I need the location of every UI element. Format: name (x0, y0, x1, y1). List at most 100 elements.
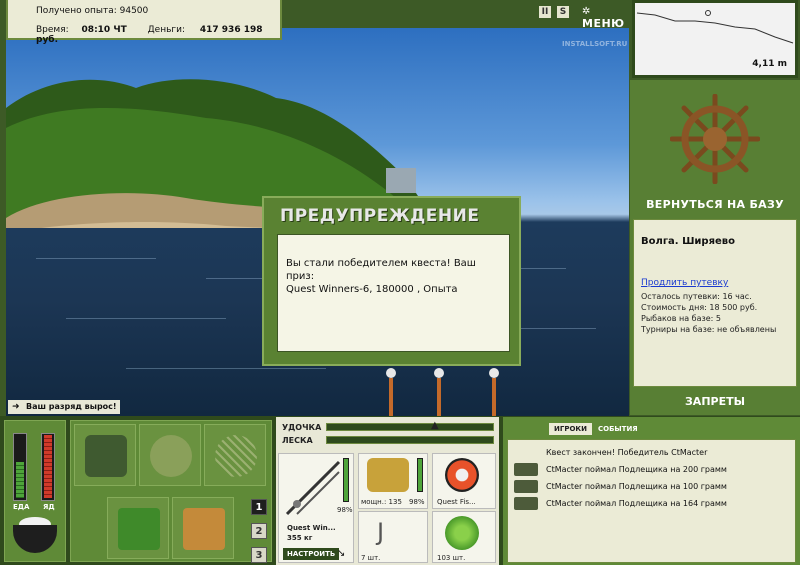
money-label: Деньги: (147, 25, 185, 35)
event-text: CtMacter поймал Подлещика на 200 грамм (546, 465, 727, 474)
tackle-box-slot[interactable] (74, 424, 136, 486)
vegetable-basket-icon (118, 508, 160, 550)
bait-count: 103 шт. (437, 554, 466, 562)
tab-events[interactable]: СОБЫТИЯ (593, 423, 643, 435)
reel-cell[interactable]: мощн.: 135 98% (358, 453, 428, 509)
slot-3-button[interactable]: 3 (251, 547, 267, 563)
top-toolbar: II S ✲ МЕНЮ (536, 3, 626, 30)
hook-icon: J (377, 518, 385, 546)
list-item: CtMacter поймал Подлещика на 200 грамм (512, 462, 792, 477)
arrow-down-right-icon: ↘ (337, 548, 346, 559)
poison-meter-fill (44, 435, 52, 498)
fish-icon (514, 463, 538, 476)
xp-label: Получено опыта: (36, 6, 117, 16)
rod-weight: 355 кг (287, 534, 313, 542)
reel-condition: 98% (409, 498, 425, 506)
tab-players[interactable]: ИГРОКИ (549, 423, 592, 435)
tackle-box-icon (85, 435, 127, 477)
status-meters-panel: ЕДА ЯД (4, 420, 66, 562)
warning-dialog[interactable]: ПРЕДУПРЕЖДЕНИЕ Вы стали победителем квес… (262, 196, 521, 366)
rod-holder-3[interactable] (489, 368, 499, 416)
menu-label: МЕНЮ (582, 17, 625, 30)
bucket-slot[interactable] (172, 497, 234, 559)
time-label: Время: (36, 25, 69, 35)
tackle-panel: УДОЧКА ▲ ЛЕСКА 98% Quest Win... 355 кг Н… (276, 417, 499, 565)
bait-cell[interactable]: 103 шт. (432, 511, 496, 563)
rod-name: Quest Win... (287, 524, 336, 532)
menu-button[interactable]: ✲ МЕНЮ (582, 4, 626, 30)
rod-condition-meter (343, 458, 349, 502)
rod-condition: 98% (337, 506, 353, 514)
dialog-title: ПРЕДУПРЕЖДЕНИЕ (280, 206, 480, 226)
dialog-line-1: Вы стали победителем квеста! Ваш приз: (286, 258, 476, 282)
rod-tension-label: УДОЧКА (282, 423, 322, 432)
distant-shore (386, 168, 416, 193)
poison-meter (41, 433, 55, 501)
line-tension-bar (326, 436, 494, 444)
events-list: Квест закончен! Победитель CtMacter CtMa… (507, 439, 796, 563)
net-icon (215, 435, 257, 477)
time-value: 08:10 ЧТ (81, 25, 127, 35)
tension-marker-icon: ▲ (431, 420, 439, 431)
events-panel: ИГРОКИ СОБЫТИЯ Квест закончен! Победител… (503, 417, 800, 565)
net-slot[interactable] (204, 424, 266, 486)
dialog-message: Вы стали победителем квеста! Ваш приз: Q… (277, 234, 510, 352)
extend-pass-link[interactable]: Продлить путевку (641, 278, 728, 288)
line-tension-label: ЛЕСКА (282, 436, 313, 445)
location-info-panel: Волга. Ширяево Продлить путевку Осталось… (633, 219, 797, 387)
line-spool-icon (445, 458, 479, 492)
tournaments-status: Турниры на базе: не объявлены (641, 325, 777, 334)
rod-cell[interactable]: 98% Quest Win... 355 кг НАСТРОИТЬ ↘ (278, 453, 354, 563)
day-cost: Стоимость дня: 18 500 руб. (641, 303, 758, 312)
food-label: ЕДА (13, 503, 30, 511)
location-name: Волга. Ширяево (641, 236, 735, 247)
event-text: Квест закончен! Победитель CtMacter (546, 448, 708, 457)
poison-label: ЯД (43, 503, 55, 511)
line-name: Quest Fis... (437, 498, 476, 506)
depth-profile-panel: 4,11 m (632, 0, 798, 78)
sack-slot[interactable] (139, 424, 201, 486)
sack-icon (150, 435, 192, 477)
food-meter (13, 433, 27, 501)
reel-icon (367, 458, 409, 492)
gear-icon: ✲ (582, 6, 591, 17)
pass-remaining: Осталось путевки: 16 час. (641, 292, 752, 301)
inventory-panel: 1 2 3 (70, 420, 272, 563)
hook-count: 7 шт. (361, 554, 381, 562)
fish-icon (514, 480, 538, 493)
basket-slot[interactable] (107, 497, 169, 559)
list-item: CtMacter поймал Подлещика на 164 грамм (512, 496, 792, 511)
reel-power: мощн.: 135 (361, 498, 402, 506)
hook-cell[interactable]: J 7 шт. (358, 511, 428, 563)
rod-holder-2[interactable] (434, 368, 444, 416)
event-text: CtMacter поймал Подлещика на 164 грамм (546, 499, 727, 508)
line-cell[interactable]: Quest Fis... (432, 453, 496, 509)
dialog-line-2: Quest Winners-6, 180000 , Опыта (286, 284, 458, 295)
event-quest-finished: Квест закончен! Победитель CtMacter (512, 445, 792, 460)
return-to-base-button[interactable]: ВЕРНУТЬСЯ НА БАЗУ (630, 198, 800, 211)
list-item: CtMacter поймал Подлещика на 100 грамм (512, 479, 792, 494)
xp-value: 94500 (119, 6, 149, 16)
setup-button[interactable]: НАСТРОИТЬ (283, 548, 340, 560)
player-stats-panel: Получено опыта: 94500 Время: 08:10 ЧТ Де… (6, 0, 282, 45)
event-text: CtMacter поймал Подлещика на 100 грамм (546, 482, 727, 491)
fishers-count: Рыбаков на базе: 5 (641, 314, 721, 323)
location-sidebar: ВЕРНУТЬСЯ НА БАЗУ Волга. Ширяево Продлит… (630, 80, 800, 415)
slot-2-button[interactable]: 2 (251, 523, 267, 539)
fishing-rod-icon (285, 460, 341, 516)
bans-button[interactable]: ЗАПРЕТЫ (630, 395, 800, 408)
peas-bait-icon (445, 516, 479, 550)
fish-icon (514, 497, 538, 510)
cooking-pot-icon[interactable] (11, 517, 59, 557)
depth-value: 4,11 m (752, 59, 787, 69)
pause-icon[interactable]: II (539, 6, 551, 18)
wooden-bucket-icon (183, 508, 225, 550)
sound-icon[interactable]: S (557, 6, 569, 18)
rod-tension-bar: ▲ (326, 420, 494, 431)
slot-1-button[interactable]: 1 (251, 499, 267, 515)
rank-up-notice[interactable]: Ваш разряд вырос! (8, 400, 120, 414)
food-meter-fill (16, 461, 24, 498)
watermark: INSTALLSOFT.RU (562, 40, 628, 48)
reel-condition-meter (417, 458, 423, 492)
rod-holder-1[interactable] (386, 368, 396, 416)
